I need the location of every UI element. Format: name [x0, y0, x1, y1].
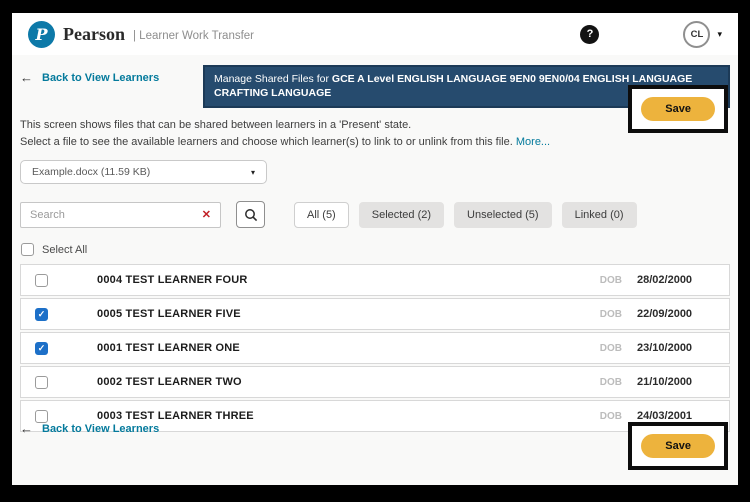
back-link-label: Back to View Learners	[42, 423, 159, 435]
dob-label: DOB	[600, 377, 622, 388]
learner-name: 0002 TEST LEARNER TWO	[97, 376, 242, 388]
filter-unselected[interactable]: Unselected (5)	[454, 202, 552, 228]
search-icon	[244, 208, 258, 222]
dob-value: 24/03/2001	[637, 410, 715, 422]
filter-selected[interactable]: Selected (2)	[359, 202, 444, 228]
save-button-top[interactable]: Save	[641, 97, 715, 121]
filter-all[interactable]: All (5)	[294, 202, 349, 228]
back-arrow-icon: ←	[20, 70, 33, 85]
page-content: ← Back to View Learners Manage Shared Fi…	[12, 55, 738, 485]
search-box: ✕	[20, 202, 221, 228]
banner-prefix: Manage Shared Files for	[214, 73, 332, 85]
learner-checkbox[interactable]	[35, 376, 48, 389]
back-link-label: Back to View Learners	[42, 72, 159, 84]
more-link[interactable]: More...	[516, 136, 550, 148]
table-row: 0001 TEST LEARNER ONE DOB 23/10/2000	[20, 332, 730, 364]
intro-line1: This screen shows files that can be shar…	[20, 117, 580, 134]
search-row: ✕ All (5) Selected (2) Unselected (5) Linke…	[20, 201, 730, 228]
save-highlight-box-top: Save	[628, 85, 728, 133]
intro-text: This screen shows files that can be shar…	[20, 117, 580, 150]
table-row: 0005 TEST LEARNER FIVE DOB 22/09/2000	[20, 298, 730, 330]
dob-value: 28/02/2000	[637, 274, 715, 286]
top-row: ← Back to View Learners Manage Shared Fi…	[20, 65, 730, 108]
select-all-label: Select All	[42, 244, 87, 256]
learner-checkbox[interactable]	[35, 274, 48, 287]
search-input[interactable]	[30, 209, 202, 221]
dob-value: 23/10/2000	[637, 342, 715, 354]
filter-group: All (5) Selected (2) Unselected (5) Linked …	[294, 202, 637, 228]
back-arrow-icon: ←	[20, 421, 33, 436]
table-row: 0004 TEST LEARNER FOUR DOB 28/02/2000	[20, 264, 730, 296]
table-row: 0002 TEST LEARNER TWO DOB 21/10/2000	[20, 366, 730, 398]
chevron-down-icon: ▾	[251, 168, 255, 177]
select-all-row: Select All	[20, 243, 730, 256]
select-all-checkbox[interactable]	[21, 243, 34, 256]
pearson-logo-icon: P	[28, 21, 55, 48]
back-to-view-learners-link-bottom[interactable]: ← Back to View Learners	[20, 421, 159, 436]
search-button[interactable]	[236, 201, 265, 228]
learner-list: 0004 TEST LEARNER FOUR DOB 28/02/2000 00…	[20, 264, 730, 432]
learner-name: 0004 TEST LEARNER FOUR	[97, 274, 247, 286]
clear-search-icon[interactable]: ✕	[202, 208, 211, 221]
filter-linked[interactable]: Linked (0)	[562, 202, 637, 228]
help-icon[interactable]: ?	[580, 25, 599, 44]
learner-name: 0005 TEST LEARNER FIVE	[97, 308, 241, 320]
app-window: P Pearson | Learner Work Transfer ? CL ▾…	[12, 13, 738, 485]
file-select-value: Example.docx (11.59 KB)	[32, 166, 150, 178]
file-select-dropdown[interactable]: Example.docx (11.59 KB) ▾	[20, 160, 267, 184]
save-button-bottom[interactable]: Save	[641, 434, 715, 458]
dob-label: DOB	[600, 411, 622, 422]
dob-label: DOB	[600, 309, 622, 320]
learner-name: 0001 TEST LEARNER ONE	[97, 342, 240, 354]
avatar[interactable]: CL	[683, 21, 710, 48]
brand-name: Pearson	[63, 24, 125, 45]
learner-checkbox[interactable]	[35, 308, 48, 321]
intro-line2: Select a file to see the available learn…	[20, 134, 580, 151]
header-actions: ? CL ▾	[580, 21, 722, 48]
dob-label: DOB	[600, 275, 622, 286]
app-title: | Learner Work Transfer	[133, 30, 254, 42]
app-header: P Pearson | Learner Work Transfer ? CL ▾	[12, 13, 738, 55]
dob-value: 21/10/2000	[637, 376, 715, 388]
back-to-view-learners-link-top[interactable]: ← Back to View Learners	[20, 70, 159, 85]
learner-checkbox[interactable]	[35, 342, 48, 355]
dob-value: 22/09/2000	[637, 308, 715, 320]
account-menu-caret-icon[interactable]: ▾	[717, 29, 722, 40]
dob-label: DOB	[600, 343, 622, 354]
save-highlight-box-bottom: Save	[628, 422, 728, 470]
